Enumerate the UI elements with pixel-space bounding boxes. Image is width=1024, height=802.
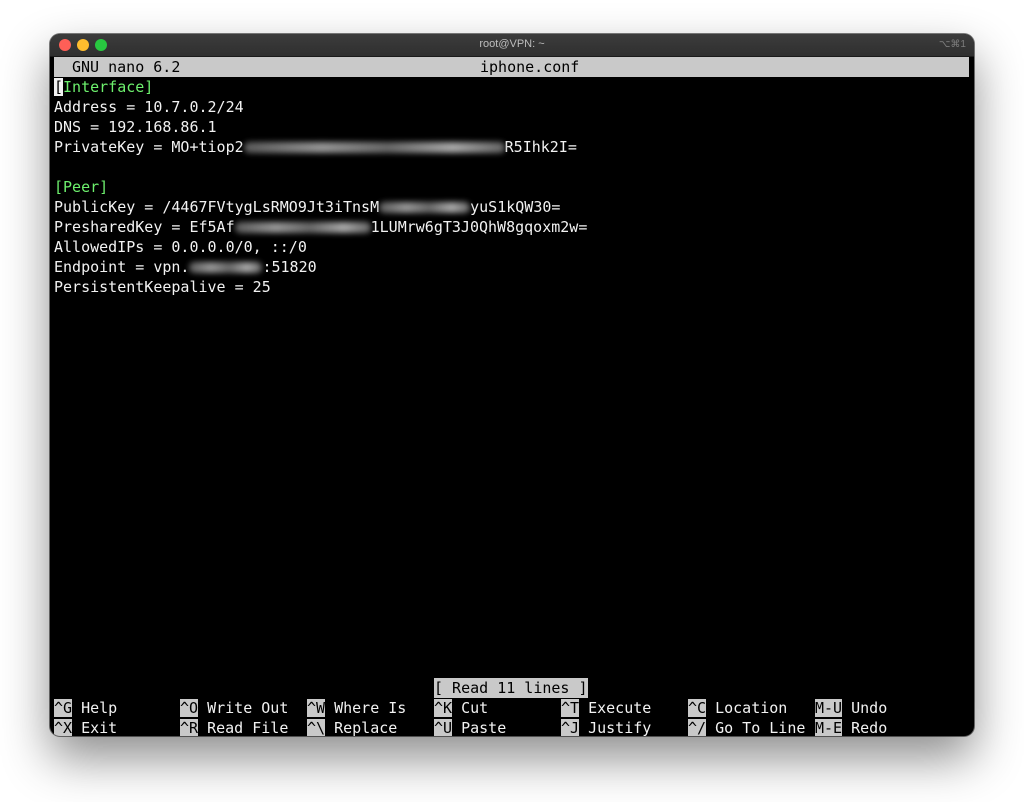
shortcut-write-out[interactable]: ^O Write Out [180,698,288,718]
shortcut-location[interactable]: ^C Location [688,698,787,718]
shortcut-help[interactable]: ^G Help [54,698,117,718]
shortcut-justify[interactable]: ^J Justify [561,718,651,736]
shortcut-write-out-key: ^O [180,699,199,717]
shortcut-execute-key: ^T [561,699,580,717]
shortcut-go-to-line-label: Go To Line [715,719,806,736]
line-persistent-keepalive[interactable]: PersistentKeepalive = 25 [54,277,271,297]
nano-filename: iphone.conf [480,58,580,76]
shortcut-cut-label: Cut [461,699,489,717]
preshared-key-prefix: PresharedKey = Ef5Af [54,218,235,236]
nano-version: GNU nano 6.2 [72,58,181,76]
shortcut-read-file[interactable]: ^R Read File [180,718,288,736]
window-shortcut-label: ⌥⌘1 [938,39,966,50]
shortcut-where-is[interactable]: ^W Where Is [307,698,406,718]
redacted-blur [234,222,371,233]
shortcut-replace[interactable]: ^\ Replace [307,718,397,736]
shortcut-read-file-key: ^R [180,719,199,736]
shortcut-justify-key: ^J [561,719,580,736]
shortcut-exit-label: Exit [81,719,118,736]
shortcut-location-key: ^C [688,699,707,717]
private-key-suffix: R5Ihk2I= [504,138,577,156]
line-endpoint[interactable]: Endpoint = vpn. :51820 [54,257,317,277]
shortcut-redo-key: M-E [815,719,843,736]
shortcut-where-is-key: ^W [307,699,326,717]
shortcut-where-is-label: Where Is [334,699,407,717]
line-allowed-ips[interactable]: AllowedIPs = 0.0.0.0/0, ::/0 [54,237,307,257]
private-key-prefix: PrivateKey = MO+tiop2 [54,138,244,156]
redacted-blur [243,142,505,153]
line-peer-header[interactable]: [Peer] [54,177,108,197]
shortcut-execute-label: Execute [588,699,652,717]
shortcut-execute[interactable]: ^T Execute [561,698,651,718]
line-interface-header[interactable]: [Interface] [54,77,153,97]
line-private-key[interactable]: PrivateKey = MO+tiop2 R5Ihk2I= [54,137,577,157]
window-title: root@VPN: ~ [479,38,545,50]
shortcut-read-file-label: Read File [207,719,289,736]
shortcut-replace-key: ^\ [307,719,326,736]
shortcut-undo-key: M-U [815,699,843,717]
endpoint-prefix: Endpoint = vpn. [54,258,190,276]
shortcut-replace-label: Replace [334,719,398,736]
shortcut-cut-key: ^K [434,699,453,717]
shortcut-paste-label: Paste [461,719,507,736]
terminal-content[interactable]: GNU nano 6.2 iphone.conf [Interface] Add… [54,57,970,736]
shortcut-undo-label: Undo [851,699,888,717]
shortcut-paste-key: ^U [434,719,453,736]
shortcut-exit-key: ^X [54,719,73,736]
shortcut-exit[interactable]: ^X Exit [54,718,117,736]
endpoint-suffix: :51820 [262,258,317,276]
shortcut-cut[interactable]: ^K Cut [434,698,488,718]
shortcut-go-to-line-key: ^/ [688,719,707,736]
shortcut-location-label: Location [715,699,788,717]
public-key-prefix: PublicKey = /4467FVtygLsRMO9Jt3iTnsM [54,198,380,216]
shortcut-redo-label: Redo [851,719,888,736]
shortcut-help-key: ^G [54,699,73,717]
shortcut-write-out-label: Write Out [207,699,289,717]
nano-status-message: [ Read 11 lines ] [434,678,588,698]
text-cursor: [ [54,78,64,96]
line-public-key[interactable]: PublicKey = /4467FVtygLsRMO9Jt3iTnsM yuS1… [54,197,560,217]
window-titlebar[interactable]: root@VPN: ~ ⌥⌘1 [50,34,974,57]
line-preshared-key[interactable]: PresharedKey = Ef5Af 1LUMrw6gT3J0QhW8gqox… [54,217,587,237]
preshared-key-suffix: 1LUMrw6gT3J0QhW8gqoxm2w= [370,218,588,236]
redacted-blur [379,202,471,213]
redacted-blur [189,262,263,273]
shortcut-go-to-line[interactable]: ^/ Go To Line [688,718,805,736]
line-dns[interactable]: DNS = 192.168.86.1 [54,117,217,137]
line-address[interactable]: Address = 10.7.0.2/24 [54,97,244,117]
interface-header-text: Interface] [63,78,154,96]
terminal-window: root@VPN: ~ ⌥⌘1 GNU nano 6.2 iphone.conf… [50,34,974,736]
nano-title-bar: GNU nano 6.2 iphone.conf [54,57,969,77]
shortcut-justify-label: Justify [588,719,652,736]
shortcut-help-label: Help [81,699,118,717]
shortcut-paste[interactable]: ^U Paste [434,718,506,736]
shortcut-redo[interactable]: M-E Redo [815,718,887,736]
public-key-suffix: yuS1kQW30= [470,198,561,216]
shortcut-undo[interactable]: M-U Undo [815,698,887,718]
